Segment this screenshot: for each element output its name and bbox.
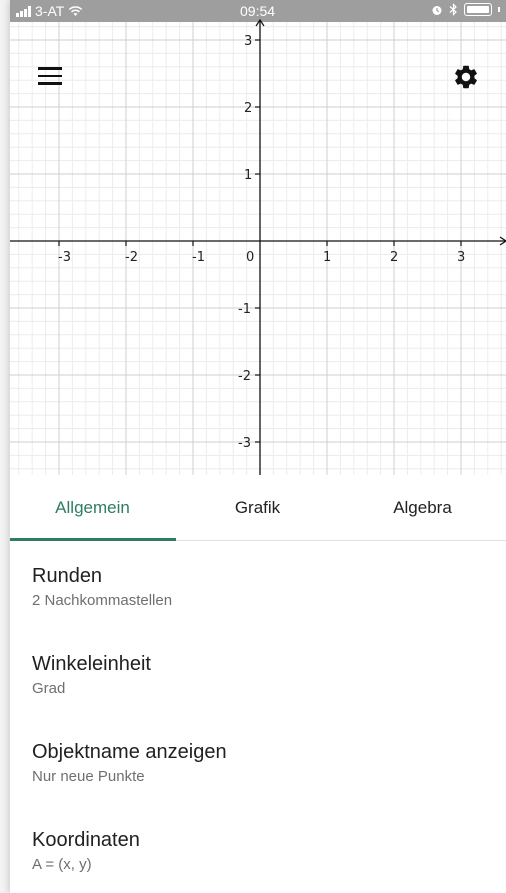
setting-value: A = (x, y) xyxy=(32,856,92,873)
origin-label: 0 xyxy=(246,250,255,265)
tab-label: Allgemein xyxy=(55,497,130,517)
x-tick-label: -1 xyxy=(192,250,205,265)
x-tick-label: 2 xyxy=(390,250,399,265)
x-tick-label: 1 xyxy=(323,250,332,265)
gear-icon xyxy=(455,65,477,89)
wifi-icon xyxy=(69,5,83,16)
clock: 09:54 xyxy=(240,3,276,19)
setting-koordinaten[interactable]: Koordinaten A = (x, y) xyxy=(10,805,506,893)
coordinate-grid[interactable] xyxy=(10,0,506,475)
alarm-icon xyxy=(432,5,442,15)
tab-label: Algebra xyxy=(393,497,452,517)
setting-title: Koordinaten xyxy=(32,829,140,851)
tab-allgemein[interactable]: Allgemein xyxy=(10,475,176,541)
setting-runden[interactable]: Runden 2 Nachkommastellen xyxy=(10,541,506,629)
setting-winkeleinheit[interactable]: Winkeleinheit Grad xyxy=(10,629,506,717)
menu-button[interactable] xyxy=(38,67,62,87)
carrier-info: 3-AT xyxy=(16,3,83,19)
x-tick-label: -2 xyxy=(125,250,138,265)
y-tick-label: -1 xyxy=(238,302,251,317)
tab-label: Grafik xyxy=(234,497,281,517)
battery-cap xyxy=(498,7,500,12)
y-tick-label: 1 xyxy=(244,168,253,183)
signal-icon xyxy=(16,5,31,17)
tab-grafik[interactable]: Grafik xyxy=(175,475,340,540)
status-bar: 3-AT 09:54 xyxy=(10,0,506,22)
bluetooth-icon xyxy=(449,3,457,16)
settings-button[interactable] xyxy=(452,63,480,91)
x-tick-label: 3 xyxy=(457,250,466,265)
y-tick-label: -2 xyxy=(238,369,251,384)
tab-algebra[interactable]: Algebra xyxy=(340,475,505,540)
setting-title: Objektname anzeigen xyxy=(32,741,227,763)
settings-tabs: Allgemein Grafik Algebra xyxy=(10,475,506,541)
setting-value: Nur neue Punkte xyxy=(32,768,145,785)
graphics-view[interactable]: -3 -2 -1 0 1 2 3 3 2 1 -1 -2 -3 xyxy=(10,0,506,475)
hamburger-menu-icon xyxy=(38,67,62,70)
battery-icon xyxy=(464,3,492,16)
setting-title: Runden xyxy=(32,565,103,587)
setting-value: 2 Nachkommastellen xyxy=(32,592,173,609)
setting-objektname-anzeigen[interactable]: Objektname anzeigen Nur neue Punkte xyxy=(10,717,506,805)
x-tick-label: -3 xyxy=(58,250,71,265)
y-tick-label: 3 xyxy=(244,34,253,49)
y-tick-label: 2 xyxy=(244,101,253,116)
setting-title: Winkeleinheit xyxy=(32,653,151,675)
status-icons xyxy=(431,3,500,16)
phone-screen: -3 -2 -1 0 1 2 3 3 2 1 -1 -2 -3 3-AT 09:… xyxy=(10,0,506,893)
y-tick-label: -3 xyxy=(238,436,251,451)
carrier-name: 3-AT xyxy=(35,3,65,19)
setting-value: Grad xyxy=(32,680,66,697)
